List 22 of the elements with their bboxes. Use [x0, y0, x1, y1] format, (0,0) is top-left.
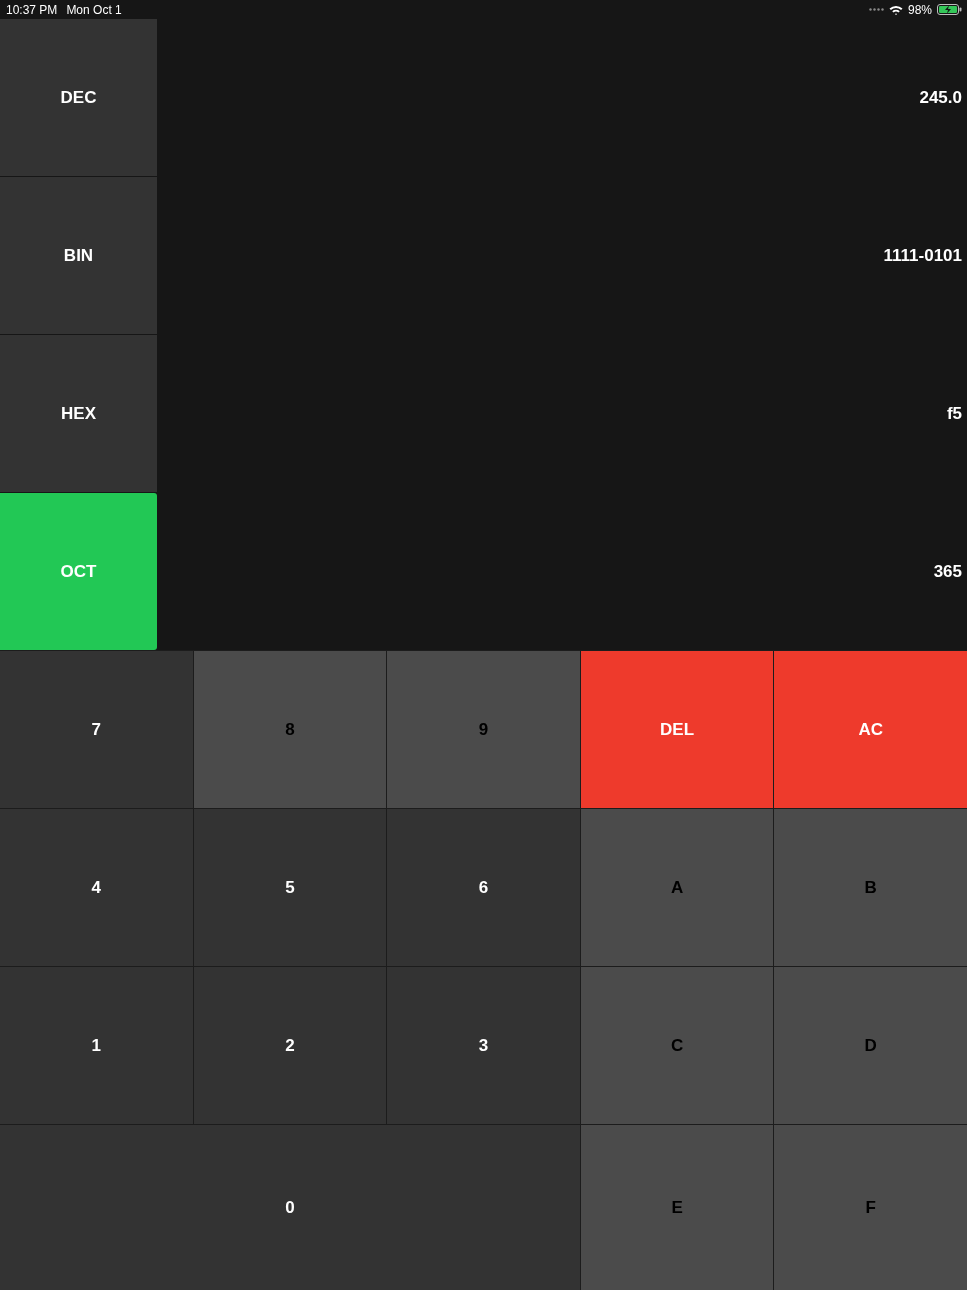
- mode-button[interactable]: HEX: [0, 335, 157, 492]
- keypad-key[interactable]: 0: [0, 1125, 580, 1290]
- keypad-key[interactable]: 1: [0, 967, 193, 1124]
- mode-button[interactable]: BIN: [0, 177, 157, 334]
- battery-percent: 98%: [907, 1, 932, 19]
- display-value: 365: [933, 560, 963, 583]
- keypad-key[interactable]: 6: [387, 809, 580, 966]
- display-value: 1111-0101: [883, 244, 963, 267]
- keypad-key[interactable]: 2: [193, 967, 387, 1124]
- function-key[interactable]: DEL: [580, 651, 774, 808]
- keypad-key[interactable]: 7: [0, 651, 193, 808]
- signal-dots-icon: [868, 8, 884, 11]
- display-value: f5: [946, 402, 963, 425]
- function-key[interactable]: AC: [774, 651, 967, 808]
- keypad-key[interactable]: 5: [193, 809, 387, 966]
- keypad-key[interactable]: 4: [0, 809, 193, 966]
- status-time: 10:37 PM: [6, 1, 58, 19]
- status-date: Mon Oct 1: [66, 1, 122, 19]
- wifi-icon: [888, 4, 903, 15]
- mode-button[interactable]: DEC: [0, 19, 157, 176]
- display-value: 245.0: [919, 86, 963, 109]
- keypad-key[interactable]: 3: [387, 967, 580, 1124]
